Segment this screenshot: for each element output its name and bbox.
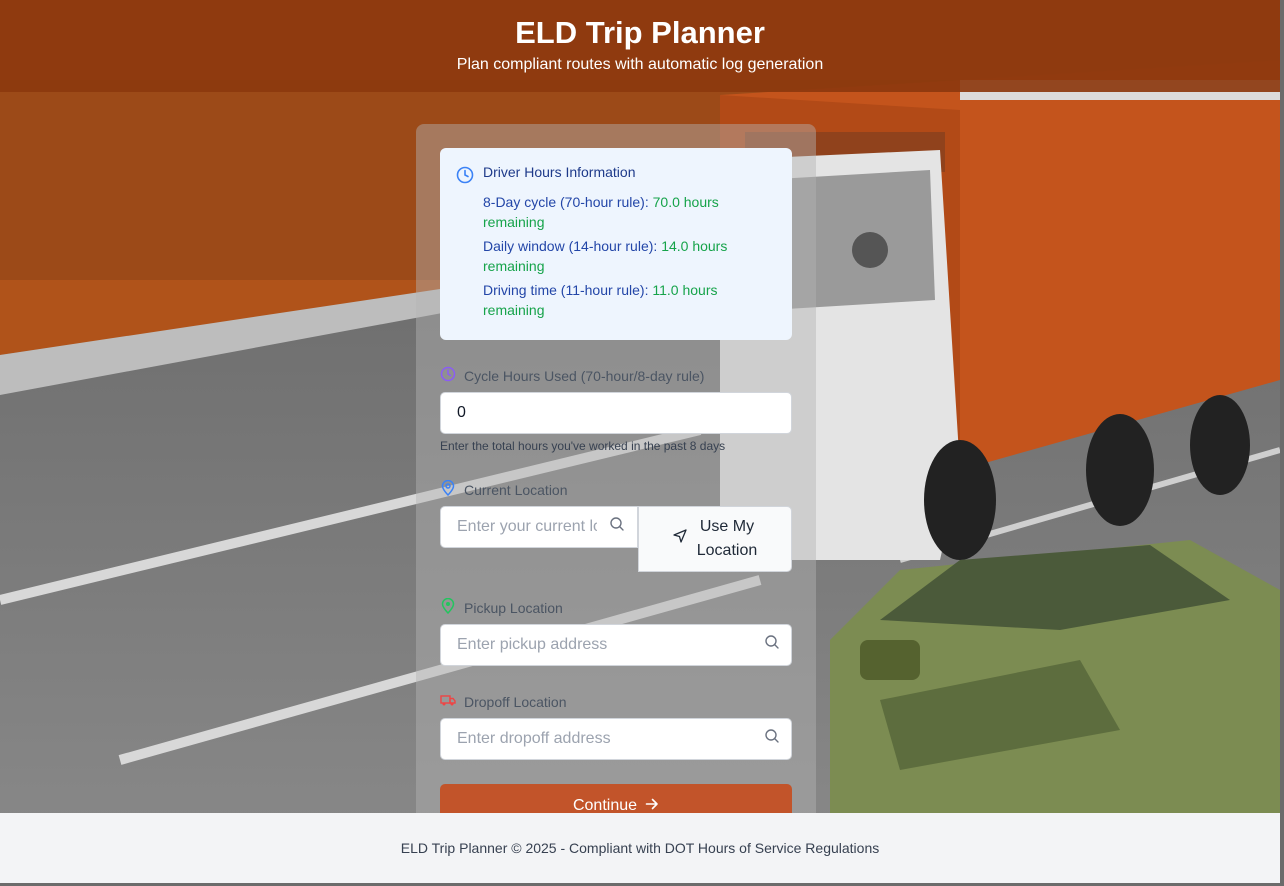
current-location-label-text: Current Location (464, 481, 568, 498)
cycle-hours-label-text: Cycle Hours Used (70-hour/8-day rule) (464, 367, 705, 384)
daily-window-suffix: remaining (483, 258, 545, 274)
pickup-location-input[interactable] (440, 624, 792, 666)
pickup-location-label: Pickup Location (440, 597, 563, 617)
cycle-hours-field-label: Cycle Hours Used (70-hour/8-day rule) (440, 366, 704, 385)
app-header: ELD Trip Planner Plan compliant routes w… (0, 0, 1280, 92)
dropoff-location-label-text: Dropoff Location (464, 693, 567, 710)
driver-hours-title: Driver Hours Information (483, 164, 636, 180)
driving-time-line: Driving time (11-hour rule): 11.0 hours r… (483, 280, 778, 320)
daily-window-value: 14.0 hours (661, 238, 728, 254)
driver-hours-panel: Driver Hours Information 8-Day cycle (70… (440, 148, 792, 340)
navigation-arrow-icon (673, 527, 687, 551)
trip-form-card: Driver Hours Information 8-Day cycle (70… (416, 124, 816, 824)
app-title: ELD Trip Planner (515, 15, 765, 50)
use-my-location-label: Use My Location (696, 518, 758, 559)
driving-time-value: 11.0 hours (652, 282, 718, 298)
daily-window-label: Daily window (14-hour rule): (483, 238, 662, 254)
dropoff-location-label: Dropoff Location (440, 692, 566, 711)
clock-icon (440, 366, 456, 385)
search-icon (764, 634, 780, 650)
pickup-location-label-text: Pickup Location (464, 599, 563, 616)
search-icon (609, 516, 625, 532)
use-my-location-button[interactable]: Use My Location (638, 506, 792, 572)
cycle-hours-input[interactable] (440, 392, 792, 434)
app-footer: ELD Trip Planner © 2025 - Compliant with… (0, 813, 1280, 883)
cycle-hours-line: 8-Day cycle (70-hour rule): 70.0 hours re… (483, 192, 778, 232)
daily-window-line: Daily window (14-hour rule): 14.0 hours r… (483, 236, 778, 276)
driving-time-label: Driving time (11-hour rule): (483, 282, 653, 298)
clock-icon (456, 166, 474, 189)
driving-time-suffix: remaining (483, 302, 545, 318)
cycle-hours-suffix: remaining (483, 214, 545, 230)
cycle-hours-label: 8-Day cycle (70-hour rule): (483, 194, 653, 210)
current-location-label: Current Location (440, 479, 568, 499)
app-subtitle: Plan compliant routes with automatic log… (456, 56, 824, 73)
cycle-hours-value: 70.0 hours (652, 194, 719, 210)
search-icon (764, 728, 780, 744)
dropoff-location-input[interactable] (440, 718, 792, 760)
map-pin-icon (440, 479, 456, 499)
cycle-hours-hint: Enter the total hours you've worked in t… (440, 439, 726, 453)
map-pin-icon (440, 597, 456, 617)
footer-text: ELD Trip Planner © 2025 - Compliant with… (400, 840, 880, 856)
window-edge (1280, 0, 1284, 886)
truck-icon (440, 692, 456, 711)
